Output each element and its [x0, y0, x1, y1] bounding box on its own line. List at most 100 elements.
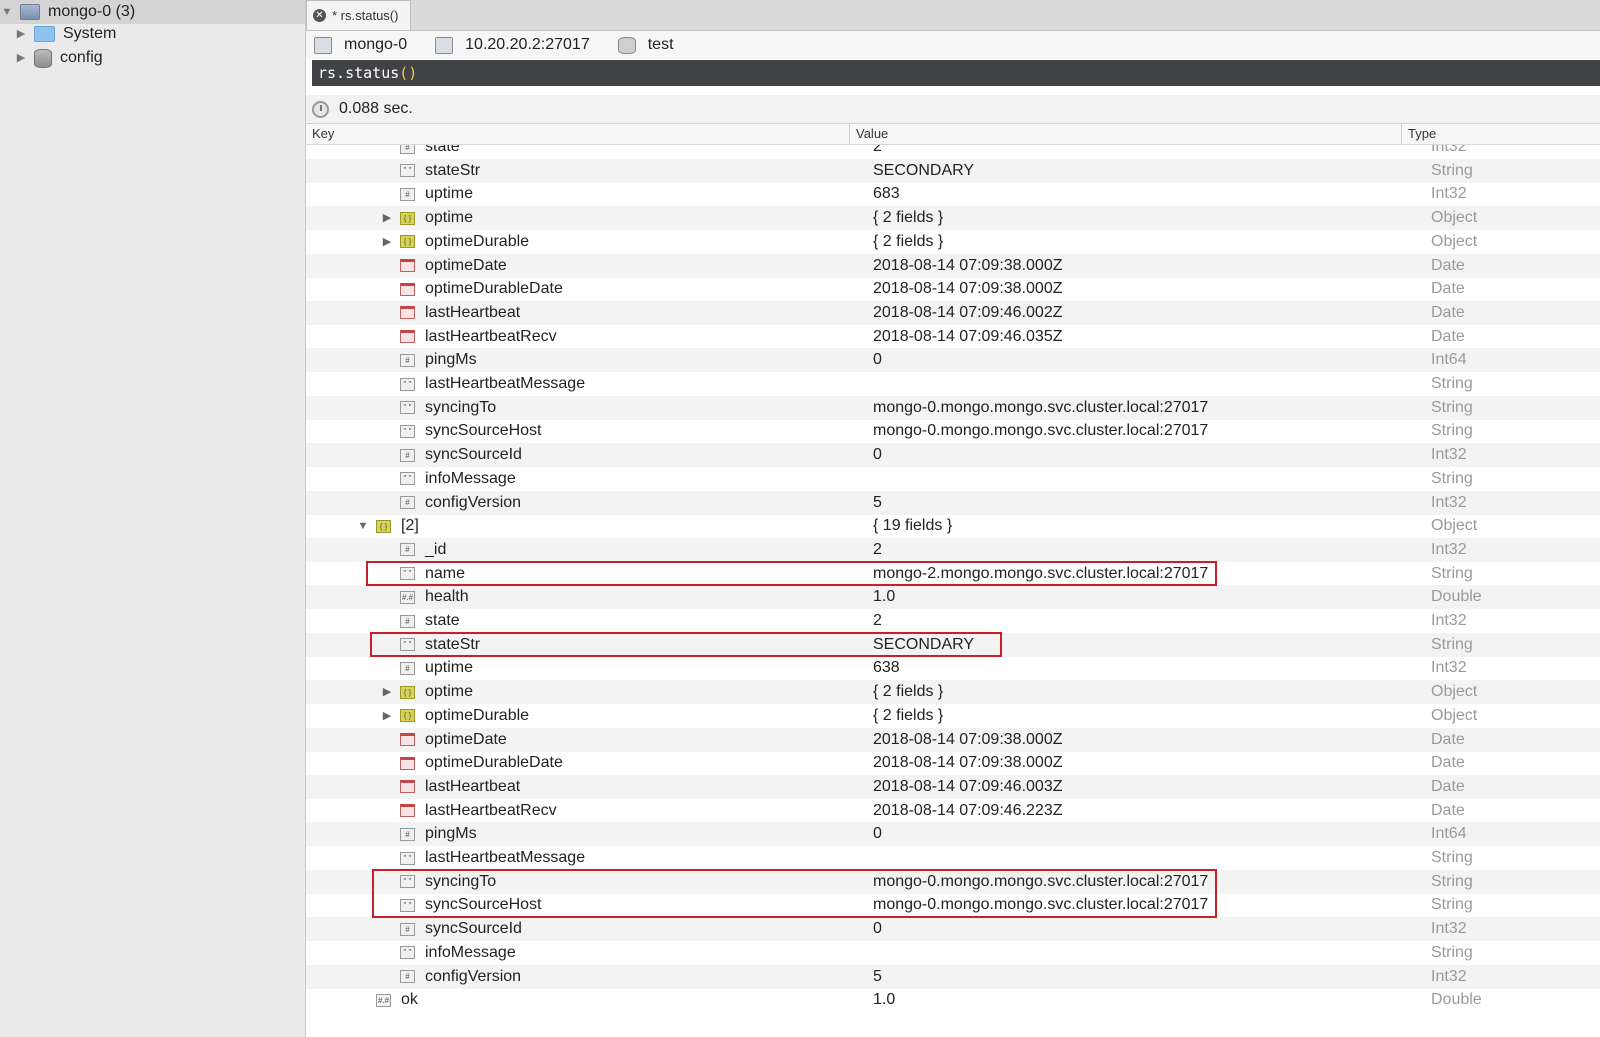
table-row[interactable]: " " lastHeartbeatMessage String [306, 846, 1600, 870]
table-row[interactable]: ▶ { } optimeDurable { 2 fields } Object [306, 230, 1600, 254]
table-row[interactable]: " " lastHeartbeatMessage String [306, 372, 1600, 396]
row-key: syncSourceHost [425, 896, 542, 914]
date-type-icon [400, 306, 415, 320]
chevron-right-icon[interactable]: ▶ [14, 46, 28, 70]
table-row[interactable]: # syncSourceId 0 Int32 [306, 917, 1600, 942]
row-key-cell: optimeDurableDate [380, 277, 563, 301]
row-key-cell: # state [380, 145, 460, 159]
table-row[interactable]: " " name mongo-2.mongo.mongo.svc.cluster.l… [306, 562, 1600, 586]
table-row[interactable]: # state 2 Int32 [306, 145, 1600, 159]
tree-item-system[interactable]: ▶ System [14, 22, 116, 46]
row-value: 2018-08-14 07:09:38.000Z [873, 280, 1063, 298]
table-row[interactable]: lastHeartbeatRecv 2018-08-14 07:09:46.035… [306, 325, 1600, 349]
table-row[interactable]: optimeDate 2018-08-14 07:09:38.000Z Date [306, 727, 1600, 752]
table-row[interactable]: # syncSourceId 0 Int32 [306, 443, 1600, 468]
table-row[interactable]: #.# ok 1.0 Double [306, 988, 1600, 1012]
table-row[interactable]: " " infoMessage String [306, 941, 1600, 965]
row-key: syncSourceHost [425, 422, 542, 440]
row-key: stateStr [425, 635, 481, 653]
table-row[interactable]: optimeDurableDate 2018-08-14 07:09:38.000… [306, 277, 1600, 301]
chevron-down-icon[interactable]: ▼ [356, 514, 370, 538]
row-key-cell: optimeDurableDate [380, 751, 563, 775]
connection-host-label: 10.20.20.2:27017 [465, 36, 590, 53]
chevron-right-icon[interactable]: ▶ [380, 680, 394, 704]
chevron-right-icon[interactable]: ▶ [14, 22, 28, 46]
chevron-right-icon[interactable]: ▶ [380, 704, 394, 728]
column-type[interactable]: Type [1401, 124, 1600, 144]
table-row[interactable]: " " syncSourceHost mongo-0.mongo.mongo.svc… [306, 893, 1600, 917]
row-value: 2 [873, 612, 882, 629]
table-row[interactable]: optimeDate 2018-08-14 07:09:38.000Z Date [306, 253, 1600, 278]
table-row[interactable]: ▼ { } [2] { 19 fields } Object [306, 514, 1600, 538]
row-type: Int32 [1431, 185, 1467, 203]
table-row[interactable]: " " stateStr SECONDARY String [306, 158, 1600, 183]
chevron-down-icon[interactable]: ▼ [0, 0, 14, 24]
row-key: name [425, 564, 466, 582]
int32-type-icon: # [400, 614, 415, 628]
int32-type-icon: # [400, 922, 415, 936]
chevron-right-icon[interactable]: ▶ [380, 230, 394, 254]
table-row[interactable]: # pingMs 0 Int64 [306, 822, 1600, 847]
tree-item-config[interactable]: ▶ config [14, 46, 103, 70]
row-key-cell: " " stateStr [380, 159, 480, 183]
query-editor[interactable]: rs.status() [312, 60, 1600, 86]
tab-rs-status[interactable]: ✕ * rs.status() [306, 0, 411, 30]
double-type-icon: #.# [400, 590, 415, 604]
row-key-cell: ▶ { } optimeDurable [380, 704, 529, 728]
row-key-cell: ▶ { } optimeDurable [380, 230, 529, 254]
table-row[interactable]: # uptime 683 Int32 [306, 182, 1600, 206]
table-row[interactable]: # uptime 638 Int32 [306, 656, 1600, 680]
table-row[interactable]: " " stateStr SECONDARY String [306, 632, 1600, 657]
table-row[interactable]: " " infoMessage String [306, 467, 1600, 491]
table-row[interactable]: " " syncingTo mongo-0.mongo.mongo.svc.clus… [306, 395, 1600, 420]
int32-type-icon: # [400, 661, 415, 675]
table-row[interactable]: lastHeartbeatRecv 2018-08-14 07:09:46.223… [306, 799, 1600, 823]
row-key: optimeDurableDate [425, 280, 563, 298]
row-key-cell: # syncSourceId [380, 443, 522, 467]
table-row[interactable]: optimeDurableDate 2018-08-14 07:09:38.000… [306, 751, 1600, 775]
table-row[interactable]: # pingMs 0 Int64 [306, 348, 1600, 373]
row-type: String [1431, 564, 1473, 582]
close-icon[interactable]: ✕ [313, 9, 326, 22]
table-row[interactable]: # state 2 Int32 [306, 609, 1600, 633]
row-value: { 2 fields } [873, 209, 944, 227]
row-value: mongo-0.mongo.mongo.svc.cluster.local:27… [873, 872, 1209, 890]
row-key: lastHeartbeatMessage [425, 375, 586, 392]
column-value[interactable]: Value [849, 124, 1401, 144]
row-key-cell: lastHeartbeatRecv [380, 325, 557, 349]
table-row[interactable]: # configVersion 5 Int32 [306, 964, 1600, 989]
row-type: Int32 [1431, 540, 1467, 558]
table-row[interactable]: lastHeartbeat 2018-08-14 07:09:46.003Z Dat… [306, 774, 1600, 799]
query-parens: () [399, 64, 418, 82]
row-key: pingMs [425, 825, 477, 843]
row-value: SECONDARY [873, 635, 975, 653]
table-row[interactable]: " " syncSourceHost mongo-0.mongo.mongo.svc… [306, 419, 1600, 443]
table-row[interactable]: #.# health 1.0 Double [306, 585, 1600, 610]
row-key: optime [425, 683, 474, 701]
table-row[interactable]: lastHeartbeat 2018-08-14 07:09:46.002Z Dat… [306, 300, 1600, 325]
table-row[interactable]: " " syncingTo mongo-0.mongo.mongo.svc.clus… [306, 869, 1600, 894]
int32-type-icon: # [400, 448, 415, 462]
int32-type-icon: # [400, 496, 415, 509]
table-row[interactable]: # configVersion 5 Int32 [306, 490, 1600, 515]
chevron-right-icon[interactable]: ▶ [380, 206, 394, 230]
row-type: Int32 [1431, 493, 1467, 511]
connection-db: test [617, 36, 674, 54]
row-key-cell: " " syncingTo [380, 870, 496, 894]
date-type-icon [400, 804, 415, 818]
string-type-icon: " " [400, 946, 415, 960]
string-type-icon: " " [400, 164, 415, 178]
table-row[interactable]: ▶ { } optimeDurable { 2 fields } Object [306, 704, 1600, 728]
tree-item-mongo-0[interactable]: ▼ mongo-0 (3) [0, 0, 305, 24]
row-key-cell: # syncSourceId [380, 917, 522, 941]
column-key[interactable]: Key [306, 124, 849, 144]
connection-bar: mongo-0 10.20.20.2:27017 test [306, 31, 1600, 59]
table-row[interactable]: ▶ { } optime { 2 fields } Object [306, 680, 1600, 705]
table-row[interactable]: ▶ { } optime { 2 fields } Object [306, 206, 1600, 231]
row-key-cell: ▶ { } optime [380, 680, 473, 704]
row-value: 5 [873, 967, 882, 985]
row-value: 2018-08-14 07:09:46.223Z [873, 801, 1063, 819]
string-type-icon: " " [400, 377, 415, 391]
row-value: mongo-0.mongo.mongo.svc.cluster.local:27… [873, 422, 1209, 440]
table-row[interactable]: # _id 2 Int32 [306, 537, 1600, 562]
